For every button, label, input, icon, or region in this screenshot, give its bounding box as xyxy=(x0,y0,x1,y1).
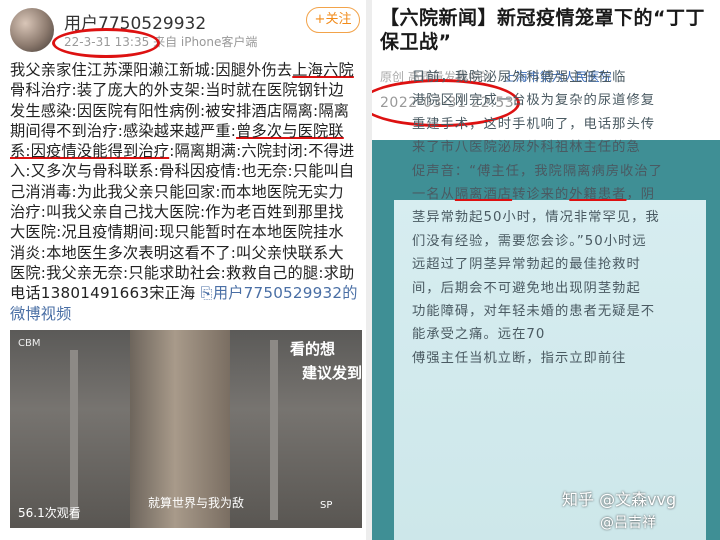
post-line: 发生感染:因医院有阳性病例:被安排酒店隔离:隔离 xyxy=(10,101,350,120)
article-title-line: 保卫战” xyxy=(380,31,452,53)
video-frame-bar xyxy=(270,340,278,520)
video-caption: 看的想 xyxy=(290,340,336,358)
post-line: 消炎:本地医生多次表明这看不了:叫父亲快联系大 xyxy=(10,243,344,262)
phone-text: 电话13801491663宋正海 xyxy=(10,284,201,303)
article-text-segment: 转诊来的 xyxy=(512,187,570,203)
post-line: 骨科治疗:装了庞大的外支架:当时就在医院钢针边 xyxy=(10,81,344,100)
weibo-post-panel: 用户7750529932 22-3-31 13:35 来自 iPhone客户端 … xyxy=(0,0,366,540)
post-line: 医院:我父亲无奈:只能求助社会:救救自己的腿:求助 xyxy=(10,263,355,282)
article-line: 傅强主任当机立断，指示立即前往 xyxy=(412,350,627,366)
post-line: 系:因疫情没能得到治疗:隔离期满:六院封闭:不得进 xyxy=(10,141,362,161)
video-subtitle: 就算世界与我为敌 xyxy=(148,496,245,510)
article-line: 一名从隔离酒店转诊来的外籍患者，阴 xyxy=(412,183,712,206)
post-line: 期间得不到治疗:感染越来越严重:曾多次与医院联 xyxy=(10,121,362,141)
post-line: 我父亲家住江苏溧阳濑江新城:因腿外伤去上海六院 xyxy=(10,60,362,80)
underlined-text: 系:因疫情没能得到治疗 xyxy=(10,142,170,161)
underlined-text: 隔离酒店 xyxy=(454,187,513,203)
post-line: 大医院:况且疫情期间:现只能暂时在本地医院挂水 xyxy=(10,223,344,242)
post-line: 己消消毒:为此我父亲只能回家:而本地医院无实力 xyxy=(10,182,344,201)
video-player[interactable]: CBM 看的想 建议发到 就算世界与我为敌 56.1次观看 SP xyxy=(10,330,362,528)
post-line: 入:又多次与骨科联系:骨科因疫情:也无奈:只能叫自 xyxy=(10,162,355,181)
weibo-watermark: @吕吉祥 xyxy=(600,515,656,531)
link-icon: ⎘ xyxy=(200,284,213,303)
post-text-segment: 我父亲家住江苏溧阳濑江新城:因腿外伤去 xyxy=(10,61,293,79)
video-caption: 建议发到 xyxy=(302,364,362,382)
user-avatar[interactable] xyxy=(10,8,54,52)
post-line: 治疗:叫我父亲自己找大医院:作为老百姓到那里找 xyxy=(10,203,344,222)
zhihu-watermark: 知乎 @文森vvg xyxy=(562,490,677,509)
post-body: 我父亲家住江苏溧阳濑江新城:因腿外伤去上海六院 骨科治疗:装了庞大的外支架:当时… xyxy=(10,60,362,324)
underlined-text: 上海六院 xyxy=(292,61,354,79)
underlined-text: 曾多次与医院联 xyxy=(236,121,344,140)
article-text-segment: 一名从 xyxy=(412,187,455,203)
article-line: 来了市八医院泌尿外科祖林主任的急 xyxy=(412,140,641,156)
article-line: 功能障碍，对年轻未婚的患者无疑是不 xyxy=(412,304,656,320)
article-panel: 【六院新闻】新冠疫情笼罩下的“丁丁 保卫战” 原创 高质量发展中的 上海市第六人… xyxy=(372,0,720,540)
red-circle-annotation xyxy=(52,28,160,58)
post-text-segment: :隔离期满:六院封闭:不得进 xyxy=(169,142,355,161)
follow-button[interactable]: +关注 xyxy=(306,7,360,33)
video-frame-bar xyxy=(70,350,78,520)
article-title: 【六院新闻】新冠疫情笼罩下的“丁丁 保卫战” xyxy=(380,6,715,54)
article-text-segment: ，阴 xyxy=(626,187,656,203)
article-line: 重建手术，这时手机响了，电话那头传 xyxy=(412,116,656,132)
article-line: 远超过了阴茎异常勃起的最佳抢救时 xyxy=(412,257,641,273)
article-line: 茎异常勃起50小时，情况非常罕见，我 xyxy=(412,210,660,226)
video-corner-label: SP xyxy=(320,500,333,511)
user-mention-link[interactable]: 用户7750529932的 xyxy=(213,284,358,302)
post-device: 来自 iPhone客户端 xyxy=(153,35,258,49)
post-text-segment: 期间得不到治疗:感染越来越严重: xyxy=(10,121,237,140)
article-line: 能承受之痛。远在70 xyxy=(412,327,546,343)
article-body: 日前，我院泌尿外科傅强主任在临 港院区刚完成一台极为复杂的尿道修复 重建手术，这… xyxy=(412,66,712,370)
article-line: 们没有经验，需要您会诊。”50小时远 xyxy=(412,233,647,249)
post-line: 电话13801491663宋正海 ⎘用户7750529932的 xyxy=(10,283,362,303)
article-line: 日前，我院泌尿外科傅强主任在临 xyxy=(412,70,627,85)
underlined-text: 外籍患者 xyxy=(569,187,627,203)
video-brand: CBM xyxy=(18,338,41,349)
video-link[interactable]: 微博视频 xyxy=(10,304,362,324)
article-line: 促声音：“傅主任，我院隔离病房收治了 xyxy=(412,163,663,179)
video-view-count: 56.1次观看 xyxy=(18,506,81,520)
article-line: 间，后期会不可避免地出现阴茎勃起 xyxy=(412,280,641,296)
article-line: 港院区刚完成一台极为复杂的尿道修复 xyxy=(412,93,656,109)
article-title-line: 【六院新闻】新冠疫情笼罩下的“丁丁 xyxy=(380,7,705,29)
